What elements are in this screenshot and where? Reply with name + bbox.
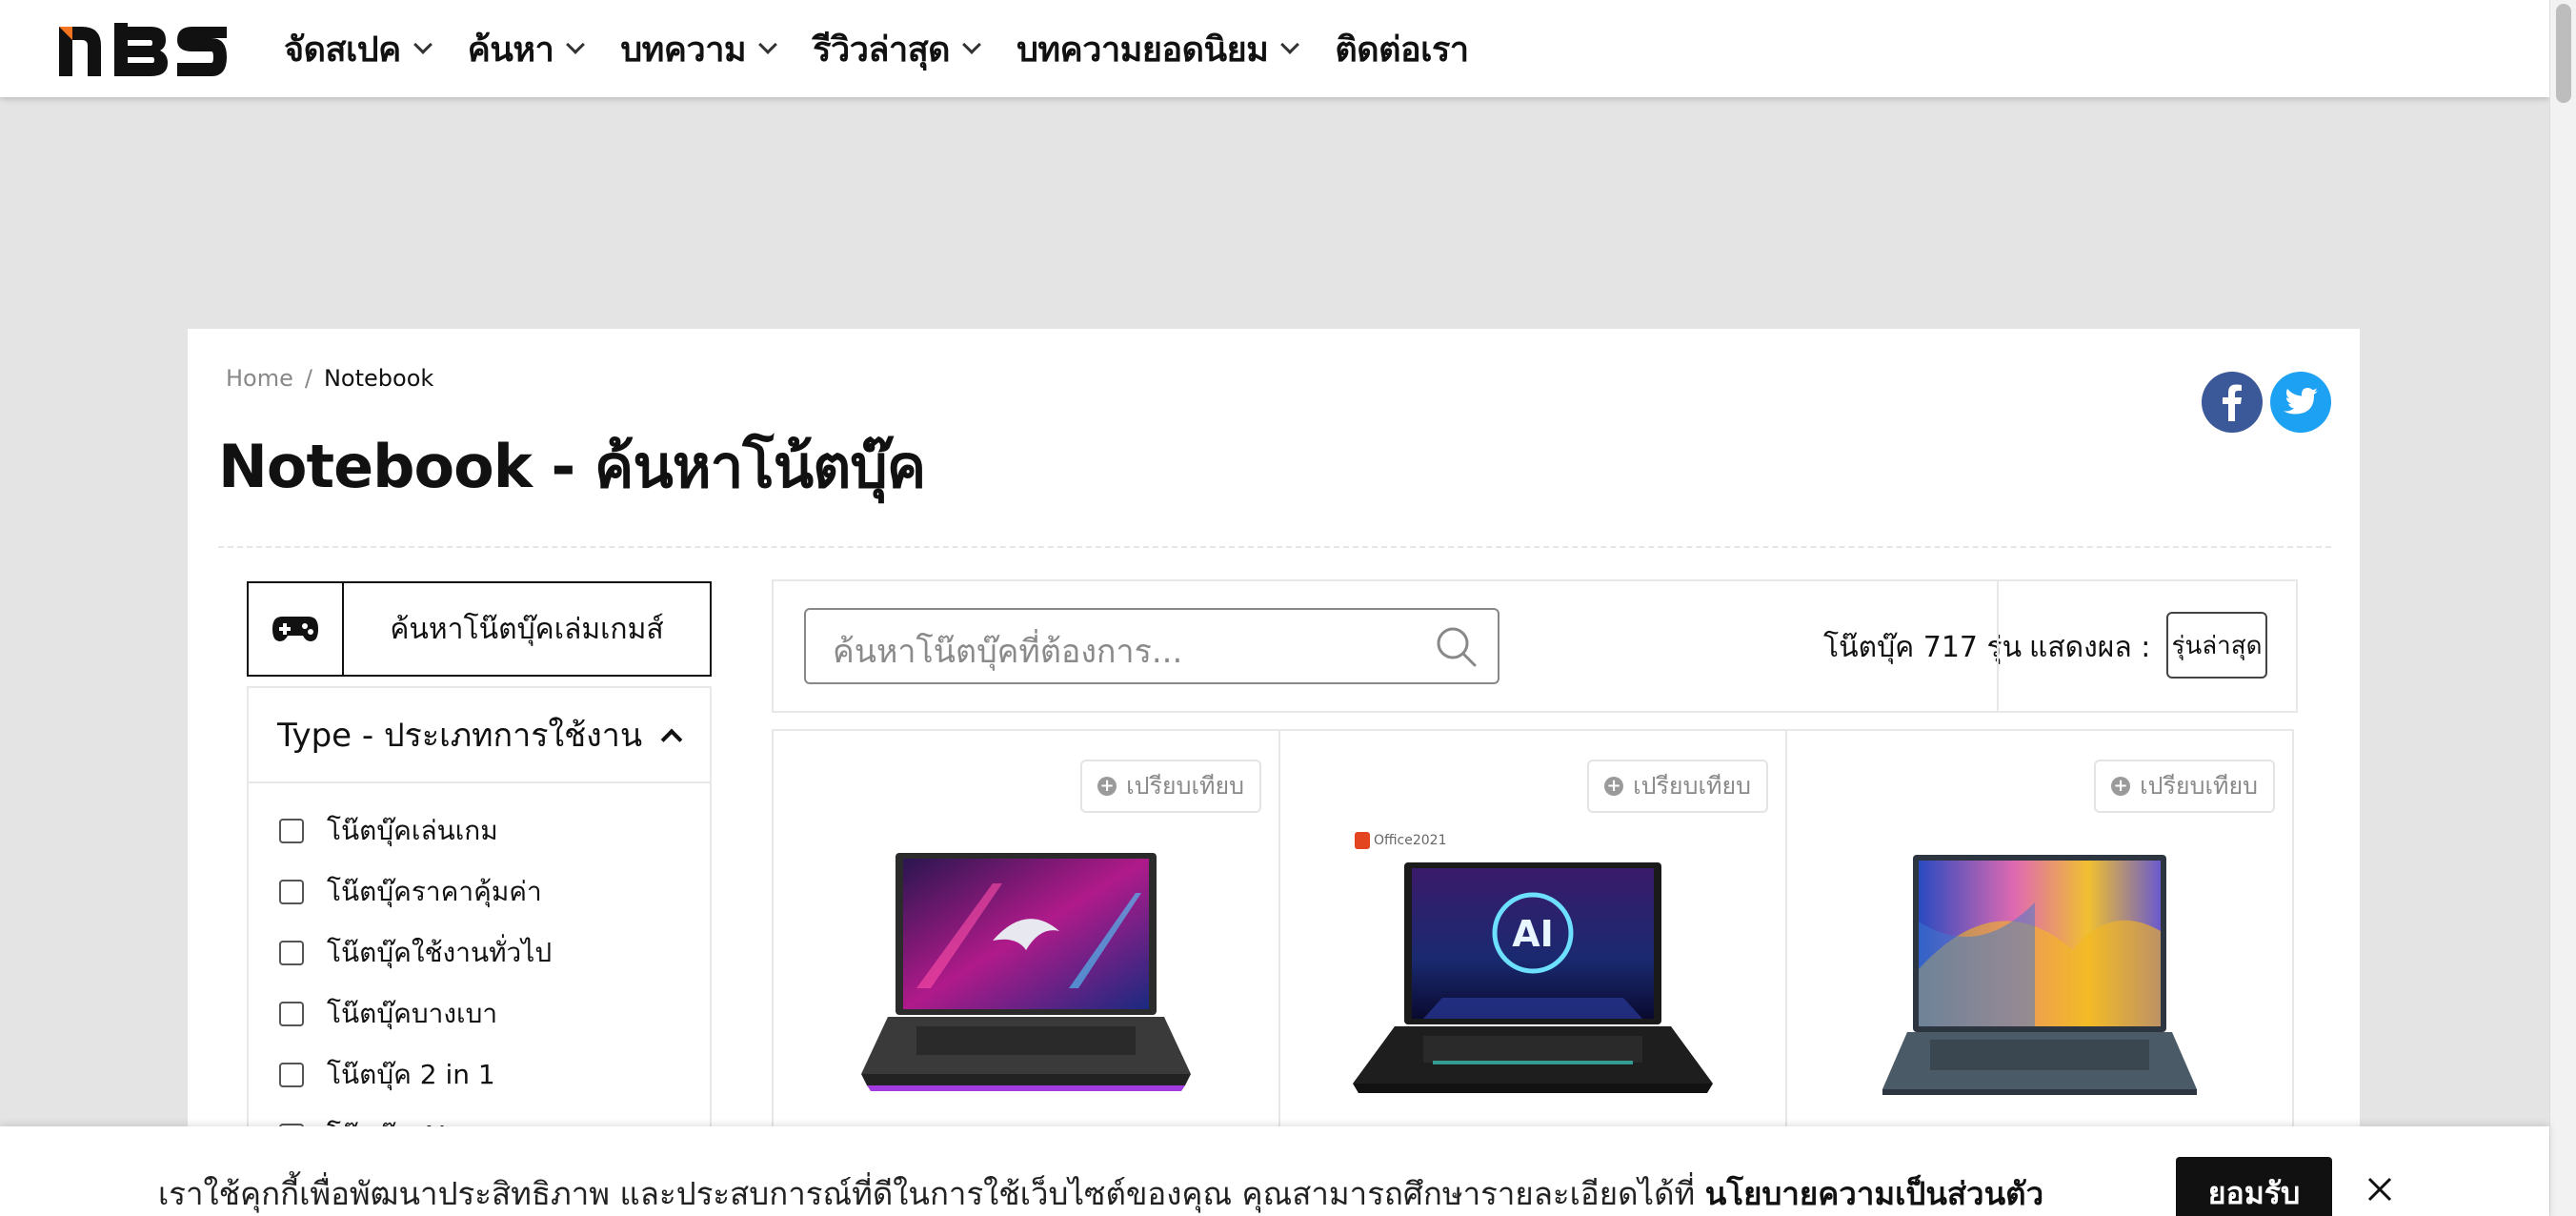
- gaming-notebook-search-button[interactable]: ค้นหาโน๊ตบุ๊คเล่มเกมส์: [247, 581, 712, 677]
- chevron-down-icon: [962, 35, 981, 54]
- filter-option-value[interactable]: โน๊ตบุ๊คราคาคุ้มค่า: [249, 861, 710, 922]
- site-header: จัดสเปค ค้นหา บทความ รีวิวล่าสุด บทความย…: [0, 0, 2549, 97]
- type-filter-options: โน๊ตบุ๊คเล่นเกม โน๊ตบุ๊คราคาคุ้มค่า โน๊ต…: [249, 783, 710, 1166]
- gamepad-icon: [249, 583, 344, 675]
- checkbox[interactable]: [279, 1063, 304, 1087]
- filter-option-label: โน๊ตบุ๊ค 2 in 1: [327, 1059, 495, 1090]
- chevron-up-icon: [660, 728, 683, 751]
- plus-circle-icon: +: [2111, 777, 2131, 796]
- product-image-ai-laptop[interactable]: AI: [1347, 845, 1719, 1103]
- breadcrumb-separator: /: [304, 365, 312, 392]
- nav-item-label: รีวิวล่าสุด: [813, 30, 951, 70]
- toolbar-divider: [1997, 581, 1999, 711]
- chevron-down-icon: [758, 35, 778, 54]
- facebook-icon: [2223, 384, 2242, 421]
- nav-item-articles[interactable]: บทความ: [620, 22, 778, 76]
- facebook-share-button[interactable]: [2202, 372, 2263, 433]
- filter-option-label: โน๊ตบุ๊คราคาคุ้มค่า: [327, 876, 542, 907]
- sort-label: แสดงผล :: [2029, 631, 2151, 664]
- nav-item-popular-articles[interactable]: บทความยอดนิยม: [1016, 22, 1300, 76]
- filter-option-2in1[interactable]: โน๊ตบุ๊ค 2 in 1: [249, 1044, 710, 1105]
- nav-item-spec[interactable]: จัดสเปค: [284, 22, 433, 76]
- type-filter-header[interactable]: Type - ประเภทการใช้งาน: [249, 688, 710, 783]
- page-scrollbar[interactable]: [2549, 0, 2576, 1216]
- nav-item-label: บทความ: [620, 30, 747, 70]
- result-count: โน๊ตบุ๊ค 717 รุ่น: [1823, 631, 2023, 664]
- nav-item-latest-reviews[interactable]: รีวิวล่าสุด: [813, 22, 981, 76]
- gaming-search-label: ค้นหาโน๊ตบุ๊คเล่มเกมส์: [390, 612, 664, 646]
- nav-item-label: ค้นหา: [467, 30, 554, 70]
- cookie-consent-bar: เราใช้คุกกี้เพื่อพัฒนาประสิทธิภาพ และประ…: [0, 1126, 2549, 1216]
- nav-item-contact[interactable]: ติดต่อเรา: [1335, 22, 1469, 76]
- nav-item-search[interactable]: ค้นหา: [467, 22, 586, 76]
- compare-button[interactable]: + เปรียบเทียบ: [1587, 760, 1768, 813]
- checkbox[interactable]: [279, 880, 304, 904]
- cookie-message: เราใช้คุกกี้เพื่อพัฒนาประสิทธิภาพ และประ…: [158, 1168, 2043, 1216]
- nav-item-label: บทความยอดนิยม: [1016, 30, 1269, 70]
- svg-text:AI: AI: [1512, 913, 1554, 955]
- main-content-card: Home / Notebook Notebook - ค้นหาโน้ตบุ๊ค ค…: [188, 329, 2360, 1216]
- breadcrumb: Home / Notebook: [226, 365, 433, 392]
- plus-circle-icon: +: [1097, 777, 1117, 796]
- filter-option-label: โน๊ตบุ๊คใช้งานทั่วไป: [327, 937, 553, 968]
- social-share: [2202, 372, 2331, 433]
- checkbox[interactable]: [279, 941, 304, 965]
- nbs-logo[interactable]: [55, 19, 231, 80]
- results-toolbar: ค้นหาโน๊ตบุ๊คที่ต้องการ... โน๊ตบุ๊ค 717 …: [772, 579, 2298, 713]
- product-image-zenbook-laptop[interactable]: [1882, 845, 2197, 1103]
- scrollbar-thumb[interactable]: [2556, 4, 2571, 103]
- close-icon[interactable]: [2365, 1174, 2395, 1205]
- nav-item-label: จัดสเปค: [284, 30, 401, 70]
- privacy-policy-link[interactable]: นโยบายความเป็นส่วนตัว: [1705, 1175, 2043, 1212]
- type-filter-title: Type - ประเภทการใช้งาน: [277, 717, 643, 755]
- breadcrumb-home[interactable]: Home: [226, 365, 293, 392]
- twitter-share-button[interactable]: [2270, 372, 2331, 433]
- chevron-down-icon: [1280, 35, 1300, 54]
- filter-option-thin-light[interactable]: โน๊ตบุ๊คบางเบา: [249, 983, 710, 1044]
- chevron-down-icon: [566, 35, 586, 54]
- compare-label: เปรียบเทียบ: [1126, 772, 1244, 800]
- filter-option-gaming[interactable]: โน๊ตบุ๊คเล่นเกม: [249, 801, 710, 861]
- checkbox[interactable]: [279, 819, 304, 843]
- checkbox[interactable]: [279, 1002, 304, 1026]
- compare-button[interactable]: + เปรียบเทียบ: [2094, 760, 2275, 813]
- plus-circle-icon: +: [1604, 777, 1624, 796]
- main-nav: จัดสเปค ค้นหา บทความ รีวิวล่าสุด บทความย…: [284, 0, 1507, 97]
- twitter-icon: [2284, 388, 2318, 415]
- compare-label: เปรียบเทียบ: [2140, 772, 2258, 800]
- search-placeholder: ค้นหาโน๊ตบุ๊คที่ต้องการ...: [833, 633, 1183, 671]
- cookie-message-text: เราใช้คุกกี้เพื่อพัฒนาประสิทธิภาพ และประ…: [158, 1175, 1705, 1212]
- filter-option-label: โน๊ตบุ๊คบางเบา: [327, 998, 498, 1029]
- nav-item-label: ติดต่อเรา: [1335, 30, 1469, 70]
- sort-select[interactable]: รุ่นล่าสุด: [2166, 612, 2267, 679]
- search-icon[interactable]: [1435, 625, 1479, 669]
- accept-cookies-button[interactable]: ยอมรับ: [2176, 1157, 2332, 1216]
- title-divider: [218, 546, 2331, 548]
- filter-option-label: โน๊ตบุ๊คเล่นเกม: [327, 815, 498, 846]
- product-image-rog-laptop[interactable]: [850, 845, 1202, 1103]
- breadcrumb-current: Notebook: [323, 365, 434, 392]
- page-title: Notebook - ค้นหาโน้ตบุ๊ค: [218, 432, 926, 501]
- compare-button[interactable]: + เปรียบเทียบ: [1080, 760, 1261, 813]
- compare-label: เปรียบเทียบ: [1633, 772, 1751, 800]
- filter-option-general[interactable]: โน๊ตบุ๊คใช้งานทั่วไป: [249, 922, 710, 983]
- chevron-down-icon: [413, 35, 433, 54]
- notebook-search-input[interactable]: ค้นหาโน๊ตบุ๊คที่ต้องการ...: [804, 608, 1499, 684]
